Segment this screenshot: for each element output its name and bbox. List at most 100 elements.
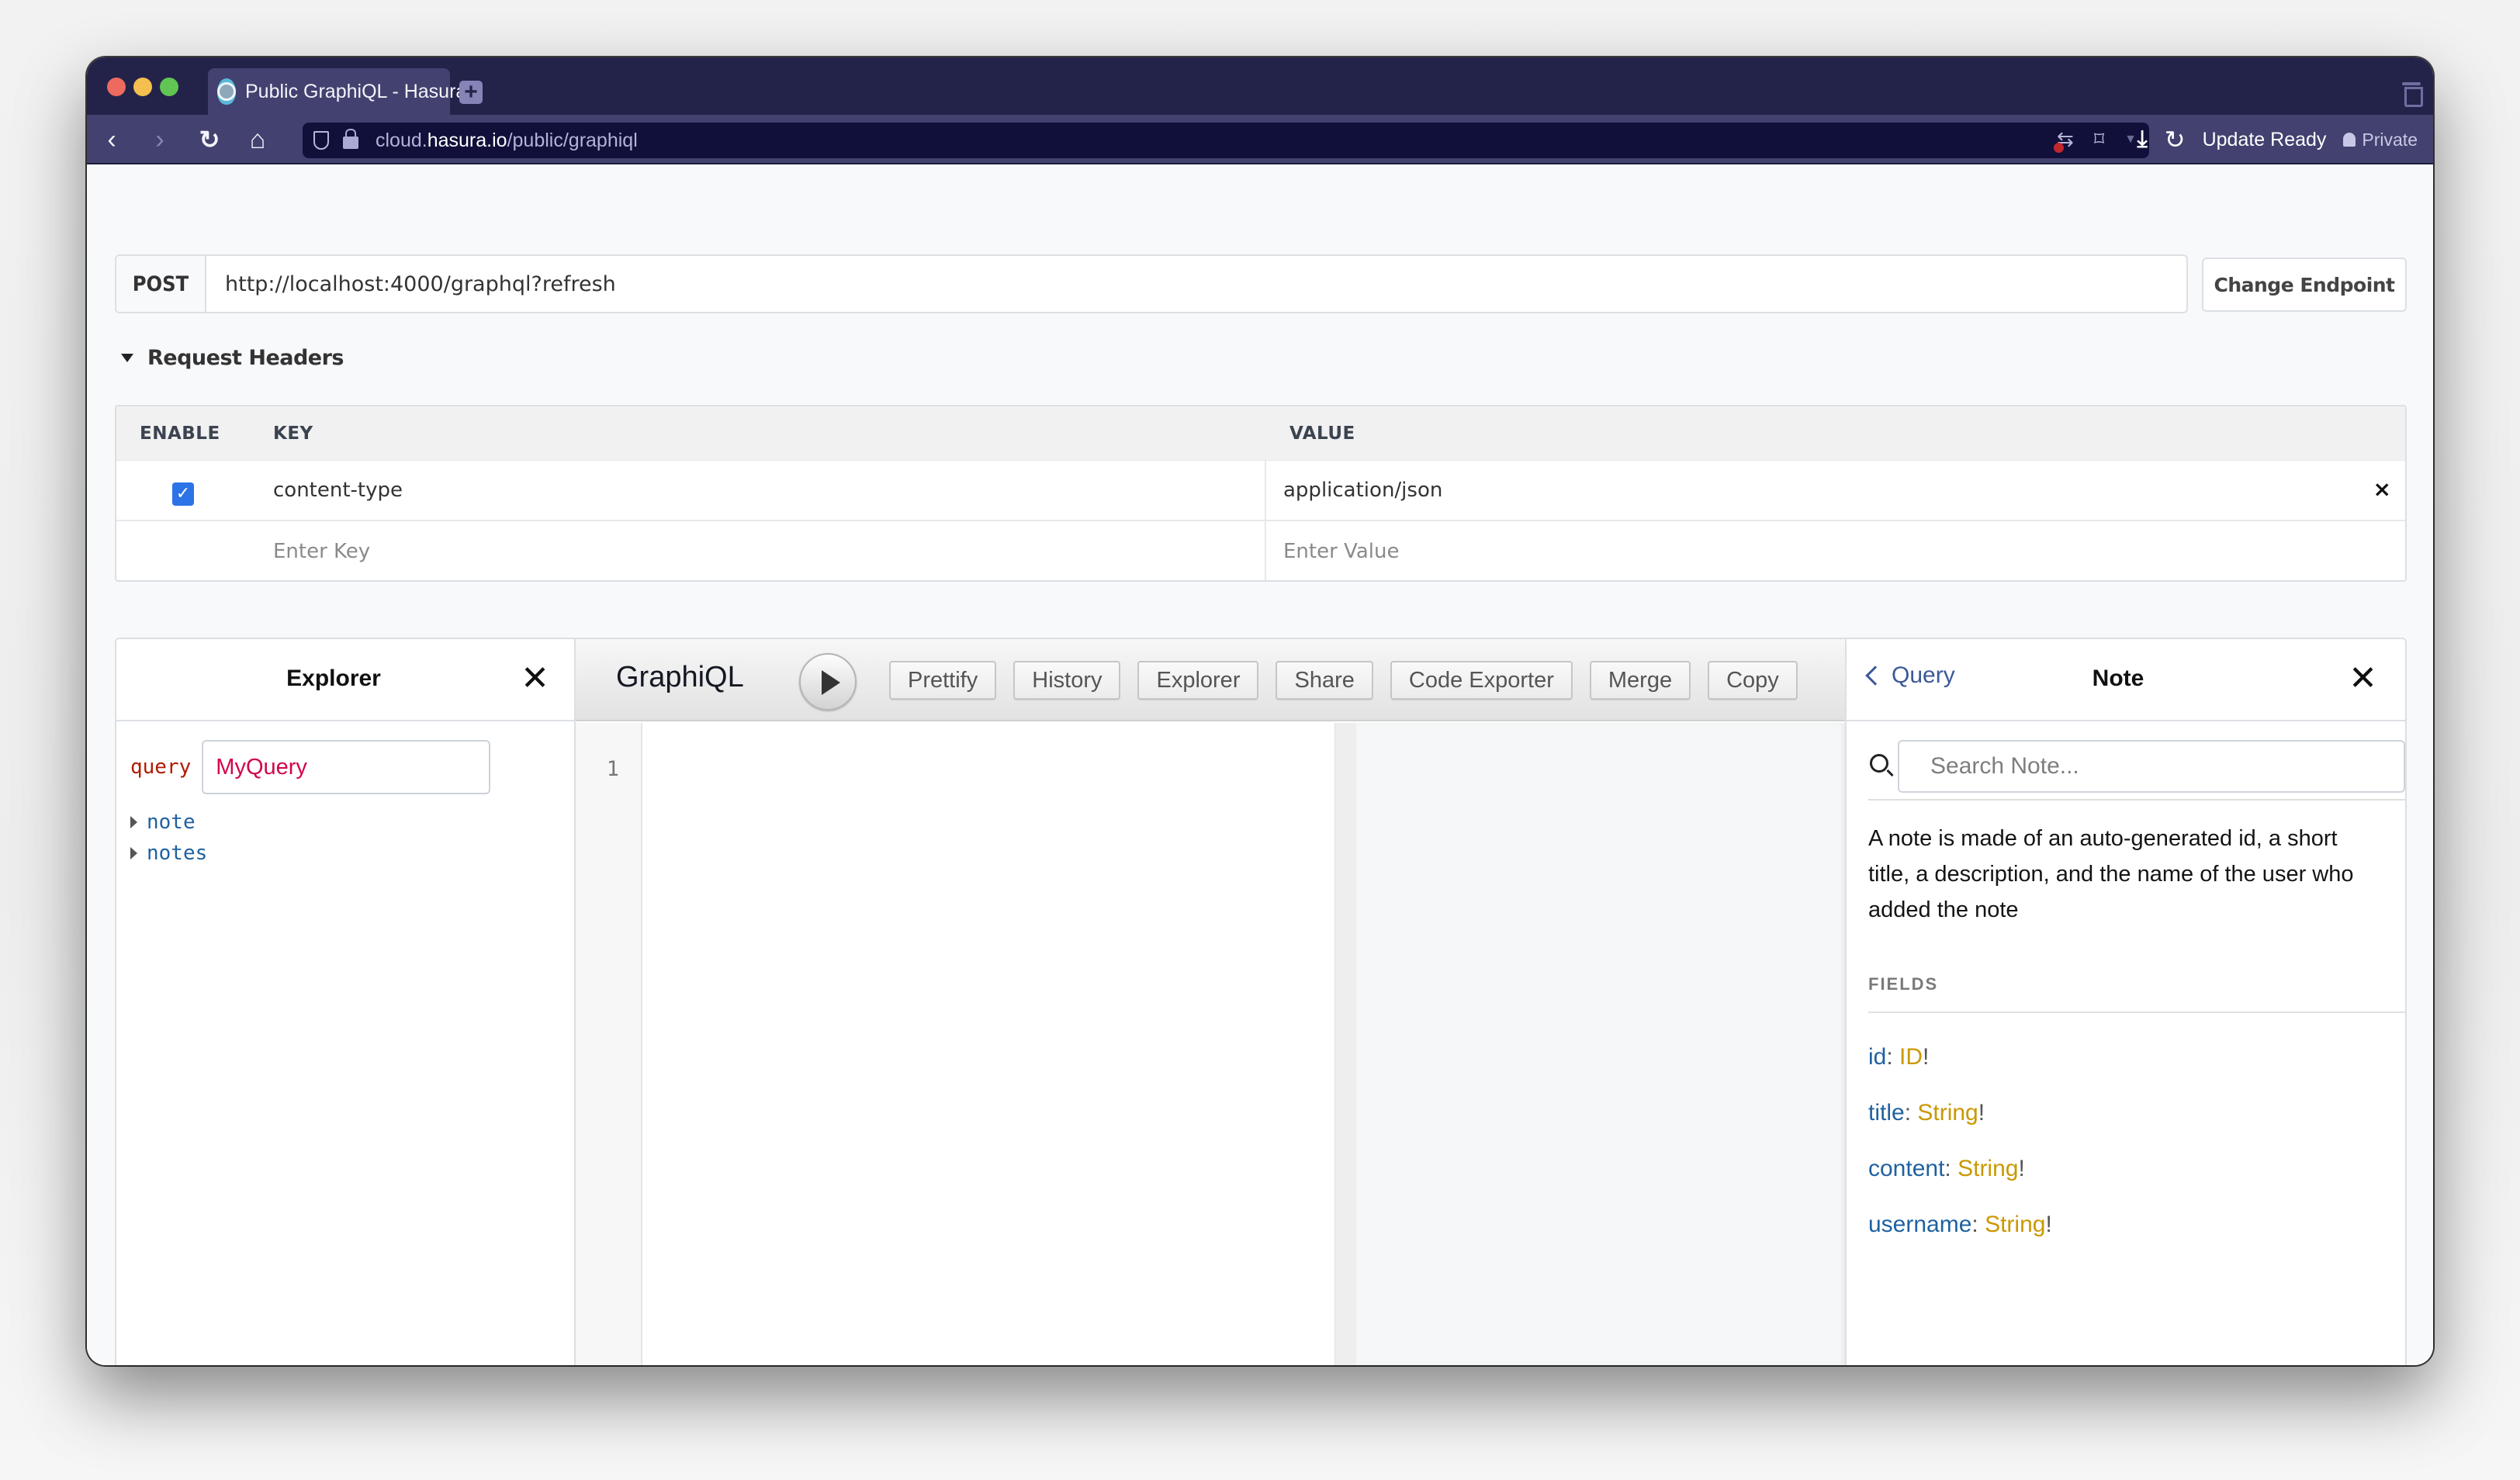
query-editor[interactable] xyxy=(642,723,1334,1365)
execute-query-button[interactable] xyxy=(799,653,857,711)
field-type-link[interactable]: String xyxy=(1958,1156,2018,1181)
explorer-button[interactable]: Explorer xyxy=(1137,661,1259,700)
tab-title: Public GraphiQL - Hasura xyxy=(245,80,467,102)
request-headers-table: ENABLE KEY VALUE ✓ × xyxy=(115,405,2407,582)
translate-icon[interactable]: ⇆ xyxy=(2054,127,2074,153)
field-colon: : xyxy=(1904,1100,1918,1126)
lock-icon[interactable] xyxy=(343,129,358,149)
remove-header-icon[interactable]: × xyxy=(2373,476,2391,502)
shield-icon[interactable] xyxy=(313,131,329,150)
new-header-key-field[interactable] xyxy=(273,521,1049,580)
update-icon[interactable]: ↻ xyxy=(2165,125,2186,154)
header-value-field[interactable] xyxy=(1265,461,2273,520)
field-type-link[interactable]: String xyxy=(1985,1212,2045,1237)
header-value-input[interactable] xyxy=(1283,479,2059,502)
explorer-field[interactable]: note xyxy=(130,807,207,838)
line-number: 1 xyxy=(606,757,619,781)
maximize-window-button[interactable] xyxy=(160,78,178,96)
results-pane xyxy=(1356,723,1845,1365)
browser-window: Public GraphiQL - Hasura + ‹ › ↻ ⌂ cloud… xyxy=(87,57,2433,1365)
caret-down-icon xyxy=(121,354,133,362)
page-content: POST Change Endpoint Request Headers ENA… xyxy=(87,166,2433,1365)
line-number-gutter: 1 xyxy=(576,723,642,1365)
home-button[interactable]: ⌂ xyxy=(241,123,275,157)
address-bar-icons: ⇆ ⌑ ▼ xyxy=(2054,127,2137,153)
field-type-link[interactable]: String xyxy=(1917,1100,1978,1126)
request-headers-title: Request Headers xyxy=(147,346,344,370)
merge-button[interactable]: Merge xyxy=(1589,661,1691,700)
browser-tab-active[interactable]: Public GraphiQL - Hasura xyxy=(208,68,466,115)
back-button[interactable]: ‹ xyxy=(95,123,129,157)
forward-button[interactable]: › xyxy=(143,123,177,157)
field-required-marker: ! xyxy=(2045,1212,2052,1237)
endpoint-bar: POST xyxy=(115,254,2188,313)
url-text[interactable]: cloud.hasura.io/public/graphiql xyxy=(376,130,638,152)
history-button[interactable]: History xyxy=(1013,661,1121,700)
table-row-new xyxy=(116,521,2405,580)
field-colon: : xyxy=(1944,1156,1958,1181)
new-header-value-field[interactable] xyxy=(1265,521,2273,580)
docs-title: Note xyxy=(2092,666,2144,691)
bookmark-icon[interactable]: ⌑ xyxy=(2094,127,2104,151)
url-domain: hasura.io xyxy=(427,129,507,151)
search-icon xyxy=(1870,754,1888,773)
hasura-favicon-icon xyxy=(217,78,236,105)
docs-header: Query Note ✕ xyxy=(1847,639,2405,721)
explorer-title: Explorer xyxy=(286,666,381,691)
address-bar[interactable]: cloud.hasura.io/public/graphiql ⇆ ⌑ ▼ xyxy=(303,123,2149,158)
explorer-field[interactable]: notes xyxy=(130,838,207,869)
field-name-link[interactable]: title xyxy=(1868,1100,1905,1126)
explorer-field-name: note xyxy=(147,811,196,834)
close-window-button[interactable] xyxy=(107,78,126,96)
download-icon[interactable]: ⤓ xyxy=(2138,126,2148,153)
new-header-value-input[interactable] xyxy=(1283,540,2059,563)
field-name-link[interactable]: content xyxy=(1868,1156,1944,1181)
editor-results-splitter[interactable] xyxy=(1334,723,1356,1365)
field-type-link[interactable]: ID xyxy=(1899,1044,1923,1070)
column-header-enable: ENABLE xyxy=(140,424,220,444)
header-key-field[interactable] xyxy=(273,461,1049,520)
change-endpoint-button[interactable]: Change Endpoint xyxy=(2202,258,2407,312)
header-key-input[interactable] xyxy=(273,479,1049,502)
graphiql-container: Explorer ✕ query note notes xyxy=(115,638,2407,1365)
type-description: A note is made of an auto-generated id, … xyxy=(1868,826,2354,922)
operation-row: query xyxy=(130,740,491,794)
reload-button[interactable]: ↻ xyxy=(192,123,227,157)
request-headers-toggle[interactable]: Request Headers xyxy=(121,346,344,370)
explorer-panel: Explorer ✕ query note notes xyxy=(116,639,576,1365)
docs-search-input[interactable] xyxy=(1898,740,2405,793)
enable-header-checkbox[interactable]: ✓ xyxy=(172,482,194,506)
update-ready-button[interactable]: Update Ready xyxy=(2203,129,2327,151)
code-exporter-button[interactable]: Code Exporter xyxy=(1390,661,1573,700)
docs-field-list: id: ID! title: String! content: String! … xyxy=(1868,1038,2052,1261)
share-button[interactable]: Share xyxy=(1276,661,1373,700)
prettify-button[interactable]: Prettify xyxy=(889,661,997,700)
graphiql-logo: GraphiQL xyxy=(616,661,744,693)
documentation-explorer: Query Note ✕ A note is made of an auto-g… xyxy=(1845,639,2405,1365)
new-header-key-input[interactable] xyxy=(273,540,1049,563)
operation-keyword: query xyxy=(130,756,192,779)
navigation-bar: ‹ › ↻ ⌂ cloud.hasura.io/public/graphiql … xyxy=(87,115,2433,164)
close-docs-icon[interactable]: ✕ xyxy=(2349,659,2377,698)
close-explorer-icon[interactable]: ✕ xyxy=(521,659,549,698)
caret-right-icon xyxy=(130,847,137,859)
field-required-marker: ! xyxy=(2018,1156,2025,1181)
private-indicator: Private xyxy=(2343,130,2418,150)
new-tab-button[interactable]: + xyxy=(459,81,483,104)
dropdown-icon[interactable]: ▼ xyxy=(2124,133,2137,147)
field-required-marker: ! xyxy=(1923,1044,1930,1070)
divider xyxy=(1868,799,2405,801)
copy-button[interactable]: Copy xyxy=(1708,661,1798,700)
minimize-window-button[interactable] xyxy=(133,78,152,96)
field-name-link[interactable]: id xyxy=(1868,1044,1886,1070)
http-method-label: POST xyxy=(116,256,206,312)
field-required-marker: ! xyxy=(1978,1100,1985,1126)
trash-icon[interactable] xyxy=(2402,79,2423,107)
field-name-link[interactable]: username xyxy=(1868,1212,1971,1237)
operation-name-input[interactable] xyxy=(202,740,491,794)
endpoint-url-input[interactable] xyxy=(206,256,2186,312)
table-header-row: ENABLE KEY VALUE xyxy=(116,406,2405,461)
docs-search-row xyxy=(1868,740,2405,793)
field-colon: : xyxy=(1886,1044,1900,1070)
url-prefix: cloud. xyxy=(376,129,428,151)
